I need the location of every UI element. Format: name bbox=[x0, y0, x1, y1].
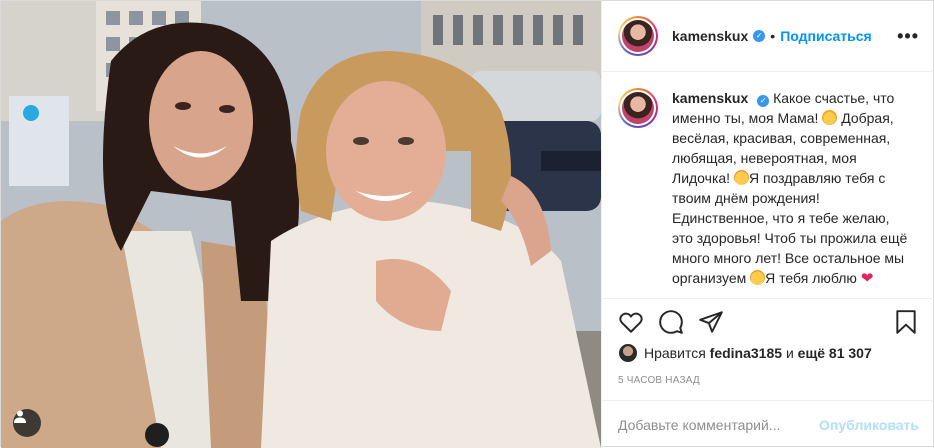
header-separator: • bbox=[770, 28, 776, 44]
likes-middle: и bbox=[785, 345, 794, 361]
author-username[interactable]: kamenskux bbox=[672, 28, 748, 44]
more-options-icon[interactable]: ••• bbox=[897, 26, 919, 47]
likes-summary: Нравится fedina3185 и ещё 81 307 bbox=[618, 343, 872, 363]
likes-count-link[interactable]: ещё 81 307 bbox=[798, 345, 872, 361]
laughing-face-emoji-icon bbox=[750, 270, 766, 285]
caption-username[interactable]: kamenskux bbox=[672, 90, 748, 106]
person-icon bbox=[14, 410, 26, 423]
save-bookmark-icon[interactable] bbox=[893, 309, 919, 335]
comment-bubble-icon[interactable] bbox=[658, 309, 684, 335]
publish-button[interactable]: Опубликовать bbox=[819, 417, 919, 433]
share-paper-plane-icon[interactable] bbox=[698, 309, 724, 335]
post-photo[interactable] bbox=[1, 1, 601, 448]
divider bbox=[602, 298, 934, 299]
follow-button[interactable]: Подписаться bbox=[780, 28, 872, 44]
red-heart-emoji-icon: ❤ bbox=[860, 270, 874, 287]
verified-badge-icon: ✓ bbox=[753, 30, 766, 42]
author-avatar[interactable] bbox=[618, 16, 658, 56]
caption-part-3: Я поздравляю тебя с твоим днём рождения!… bbox=[672, 170, 908, 286]
caption-text: kamenskux ✓ Какое счастье, что именно ты… bbox=[672, 88, 912, 289]
kissing-face-emoji-icon bbox=[733, 170, 749, 185]
comment-input[interactable]: Добавьте комментарий... bbox=[618, 417, 780, 433]
smiling-face-emoji-icon bbox=[822, 110, 838, 125]
post-timestamp[interactable]: 5 ЧАСОВ НАЗАД bbox=[618, 375, 700, 386]
caption-part-4: Я тебя люблю bbox=[765, 270, 857, 286]
post-caption: kamenskux ✓ Какое счастье, что именно ты… bbox=[618, 88, 919, 289]
like-heart-icon[interactable] bbox=[618, 309, 644, 335]
post-header: kamenskux ✓ • Подписаться ••• bbox=[602, 1, 934, 72]
post-actions bbox=[618, 306, 919, 338]
comment-bar: Добавьте комментарий... Опубликовать bbox=[602, 400, 934, 448]
caption-verified-icon: ✓ bbox=[757, 95, 770, 107]
liker-username[interactable]: fedina3185 bbox=[710, 345, 782, 361]
post-sidebar: kamenskux ✓ • Подписаться ••• kamenskux … bbox=[601, 1, 934, 448]
tagged-users-button[interactable] bbox=[13, 409, 41, 437]
caption-author-avatar[interactable] bbox=[618, 88, 658, 128]
post-photo-illustration bbox=[1, 1, 601, 448]
likes-prefix: Нравится bbox=[644, 345, 706, 361]
instagram-post: kamenskux ✓ • Подписаться ••• kamenskux … bbox=[0, 0, 934, 448]
liker-avatar[interactable] bbox=[618, 343, 638, 363]
